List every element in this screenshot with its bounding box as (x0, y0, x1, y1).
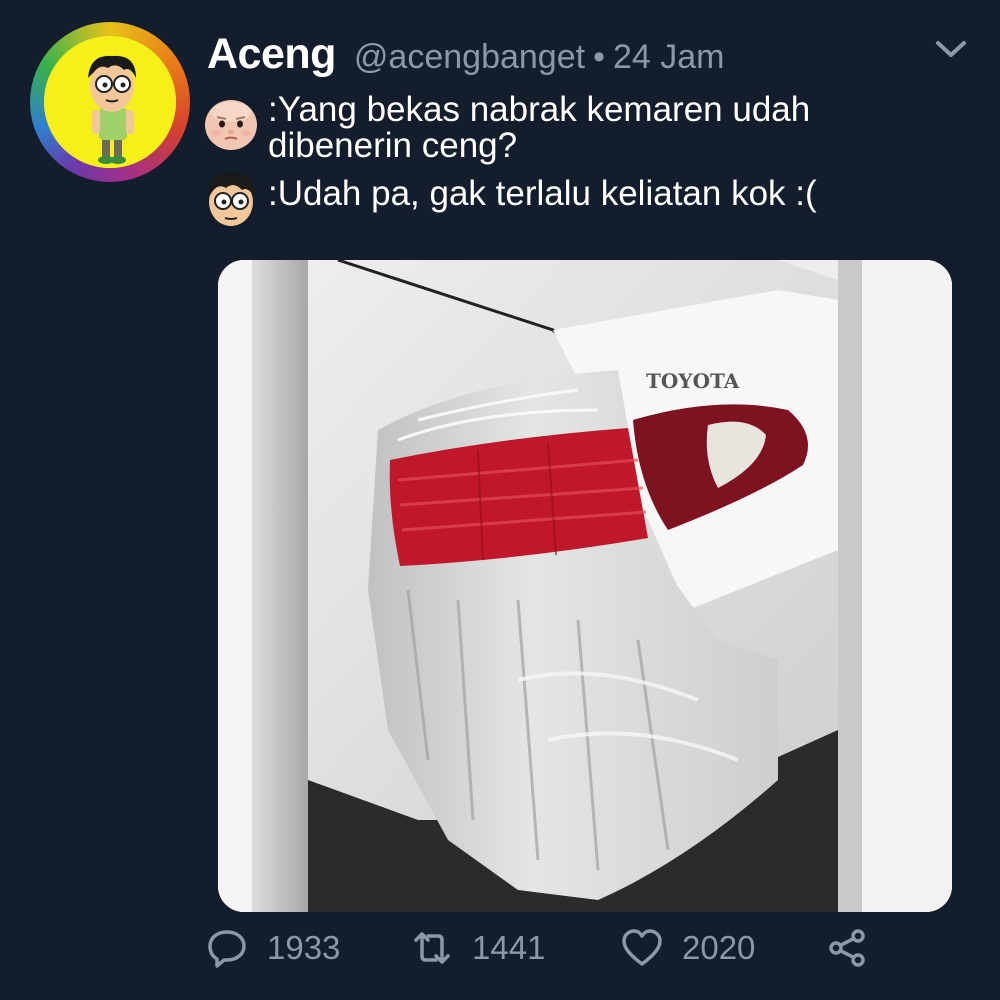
timestamp[interactable]: 24 Jam (613, 38, 725, 77)
dialogue-text: :Yang bekas nabrak kemaren udah dibeneri… (268, 90, 811, 165)
heart-icon (622, 929, 662, 966)
baby-face-icon (200, 92, 262, 154)
cartoon-boy-avatar-icon (44, 36, 176, 168)
retweet-button[interactable]: 1441 (410, 920, 545, 976)
dialogue-line: :Yang bekas nabrak kemaren udah dibeneri… (200, 92, 878, 164)
separator-dot: • (593, 38, 605, 76)
author-avatar[interactable] (30, 22, 190, 182)
share-icon (829, 929, 865, 967)
author-name[interactable]: Aceng (207, 30, 336, 79)
tweet-photo[interactable]: TOYOTA (218, 260, 952, 912)
dialogue-text: :Udah pa, gak terlalu keliatan kok :( (268, 174, 817, 213)
retweet-icon (414, 932, 450, 964)
retweet-count: 1441 (472, 929, 546, 966)
like-count: 2020 (682, 929, 756, 966)
share-button[interactable] (825, 920, 869, 976)
like-button[interactable]: 2020 (620, 920, 755, 976)
author-handle[interactable]: @acengbanget (354, 38, 585, 77)
tweet-header: Aceng @acengbanget • 24 Jam (207, 30, 724, 80)
cartoon-boy-face-icon (200, 168, 262, 230)
reply-count: 1933 (267, 929, 341, 966)
dialogue-line: :Udah pa, gak terlalu keliatan kok :( (200, 168, 928, 230)
reply-icon (208, 930, 246, 968)
tweet-action-bar: 1933 1441 2020 (205, 920, 985, 980)
brand-badge: TOYOTA (646, 369, 740, 393)
reply-button[interactable]: 1933 (205, 920, 340, 976)
chevron-down-icon[interactable] (932, 36, 970, 62)
